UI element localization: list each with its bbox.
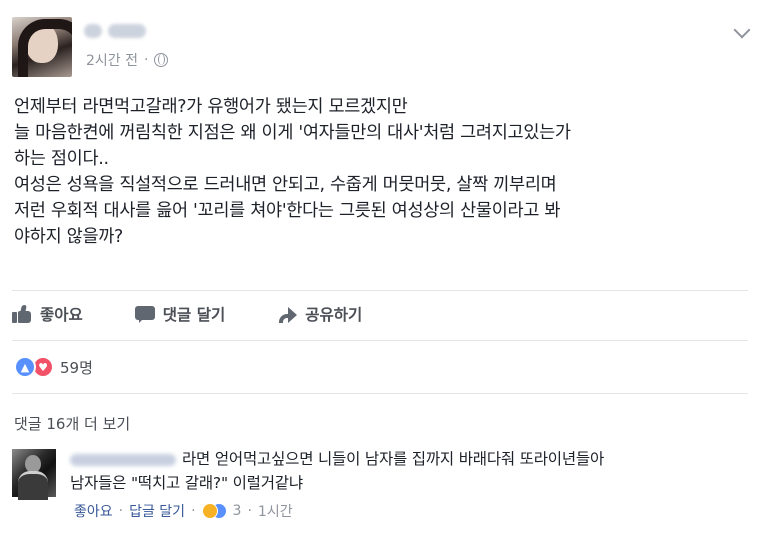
meta-separator: · bbox=[144, 52, 149, 68]
comment-button[interactable]: 댓글 달기 bbox=[134, 303, 226, 325]
post-line: 여성은 성욕을 직설적으로 드러내면 안되고, 수줍게 머뭇머뭇, 살짝 끼부리… bbox=[14, 175, 557, 195]
action-bar: 좋아요 댓글 달기 공유하기 bbox=[12, 300, 414, 328]
comment-reactions[interactable] bbox=[201, 503, 227, 519]
post-body: 언제부터 라면먹고갈래?가 유행어가 됐는지 모르겠지만 늘 마음한켠에 꺼림칙… bbox=[14, 94, 754, 250]
reaction-count: 59명 bbox=[60, 358, 93, 377]
reaction-summary[interactable]: ▲ ♥ 59명 bbox=[14, 356, 93, 378]
post-line: 저런 우회적 대사를 읊어 '꼬리를 쳐야'한다는 그릇된 여성상의 산물이라고… bbox=[14, 201, 561, 221]
divider bbox=[12, 290, 748, 291]
post-line: 언제부터 라면먹고갈래?가 유행어가 됐는지 모르겠지만 bbox=[14, 97, 408, 117]
divider bbox=[12, 393, 748, 394]
facebook-post-card: 2시간 전 · 언제부터 라면먹고갈래?가 유행어가 됐는지 모르겠지만 늘 마… bbox=[0, 0, 760, 533]
comment-time[interactable]: 1시간 bbox=[258, 501, 293, 521]
comment-line: 라면 얻어먹고싶으면 니들이 남자를 집까지 바래다줘 또라이년들아 bbox=[182, 450, 605, 468]
comment-like-link[interactable]: 좋아요 bbox=[74, 501, 113, 521]
share-button[interactable]: 공유하기 bbox=[277, 303, 362, 325]
author-avatar[interactable] bbox=[12, 17, 72, 77]
like-label: 좋아요 bbox=[40, 306, 83, 324]
comment-body: 라면 얻어먹고싶으면 니들이 남자를 집까지 바래다줘 또라이년들아 남자들은 … bbox=[70, 447, 604, 495]
post-line: 늘 마음한켠에 꺼림칙한 지점은 왜 이게 '여자들만의 대사'처럼 그려지고있… bbox=[14, 123, 571, 143]
post-line: 하는 점이다.. bbox=[14, 149, 109, 169]
thumbs-up-icon bbox=[12, 305, 32, 323]
meta-separator: · bbox=[191, 503, 196, 519]
commenter-avatar[interactable] bbox=[12, 449, 56, 500]
globe-icon[interactable] bbox=[154, 53, 169, 67]
comment-reply-link[interactable]: 답글 달기 bbox=[129, 501, 185, 521]
comment-line: 남자들은 "떡치고 갈래?" 이럴거같냐 bbox=[70, 474, 303, 492]
view-more-comments-link[interactable]: 댓글 16개 더 보기 bbox=[14, 413, 130, 434]
share-arrow-icon bbox=[277, 305, 298, 323]
comment-reaction-count: 3 bbox=[232, 503, 242, 519]
blurred-name-part bbox=[84, 24, 102, 38]
share-label: 공유하기 bbox=[305, 306, 363, 324]
post-meta: 2시간 전 · bbox=[86, 50, 169, 70]
author-name-blurred[interactable] bbox=[84, 20, 164, 42]
meta-separator: · bbox=[118, 503, 124, 519]
comment-bubble-icon bbox=[134, 305, 155, 323]
haha-reaction-icon bbox=[201, 503, 218, 519]
comment-label: 댓글 달기 bbox=[162, 306, 226, 324]
post-line: 야하지 않을까? bbox=[14, 227, 124, 247]
post-time[interactable]: 2시간 전 bbox=[86, 50, 138, 70]
like-reaction-icon: ▲ bbox=[14, 356, 36, 378]
chevron-down-icon[interactable] bbox=[733, 21, 751, 39]
commenter-name-blurred[interactable] bbox=[70, 453, 176, 466]
blurred-name-part bbox=[108, 24, 146, 38]
like-button[interactable]: 좋아요 bbox=[12, 303, 83, 325]
divider bbox=[12, 340, 748, 341]
meta-separator: · bbox=[247, 503, 252, 519]
comment-meta: 좋아요 · 답글 달기 · 3 · 1시간 bbox=[74, 501, 293, 521]
